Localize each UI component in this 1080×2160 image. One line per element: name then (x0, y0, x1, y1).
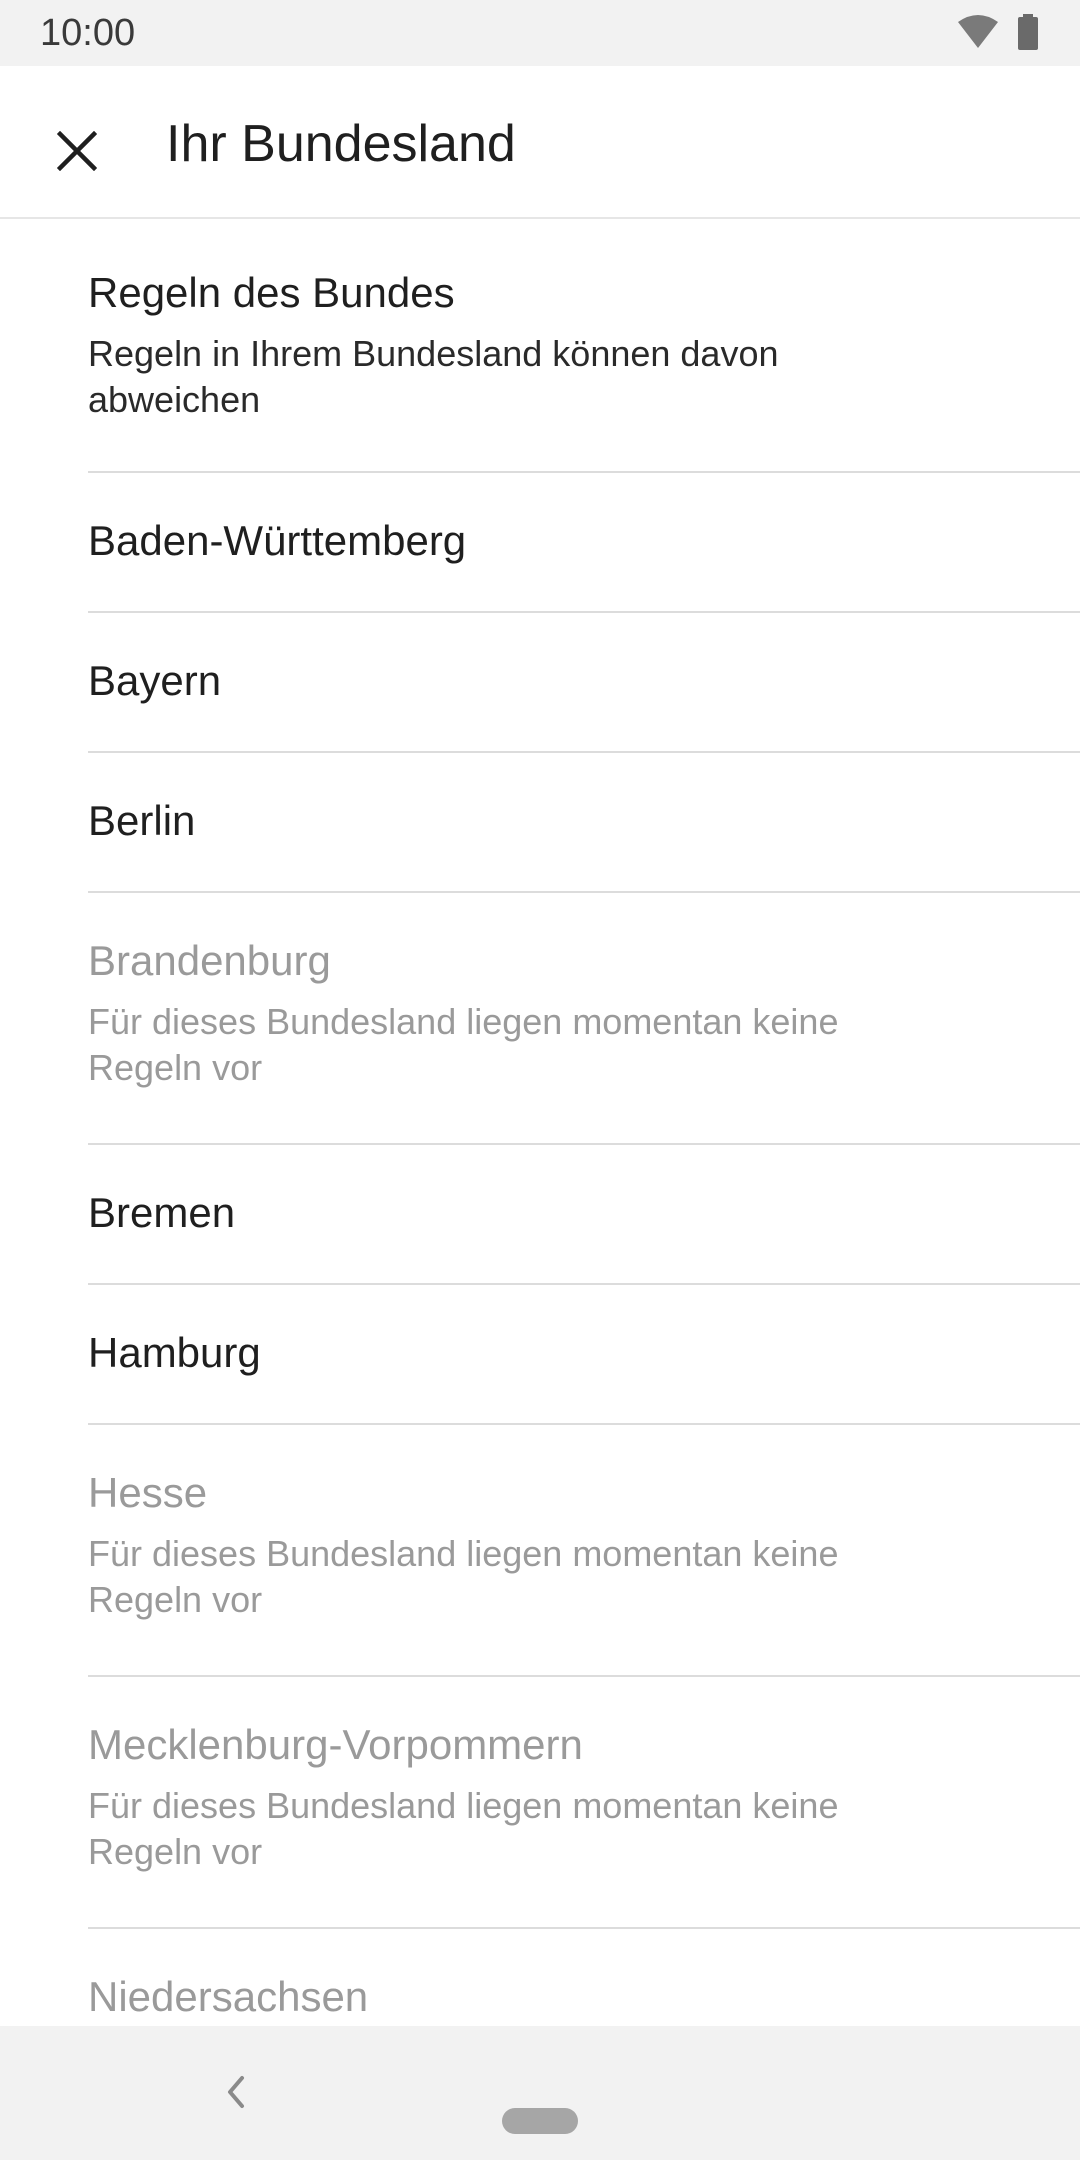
state-list[interactable]: Regeln des Bundes Regeln in Ihrem Bundes… (0, 219, 1080, 2026)
status-bar: 10:00 (0, 0, 1080, 66)
list-item-subtitle: Regeln in Ihrem Bundesland können davon … (88, 333, 779, 420)
close-icon (57, 131, 97, 171)
list-item-title: Mecklenburg-Vorpommern (88, 1721, 583, 1768)
list-item-brandenburg[interactable]: Brandenburg Für dieses Bundesland liegen… (0, 891, 1080, 1145)
list-item-title: Regeln des Bundes (88, 269, 455, 316)
list-item-title: Brandenburg (88, 937, 331, 984)
status-time: 10:00 (40, 12, 136, 54)
list-item-subtitle: Für dieses Bundesland liegen momentan ke… (88, 1785, 839, 1872)
back-icon[interactable] (216, 2068, 256, 2116)
list-item-title: Niedersachsen (88, 1973, 369, 2020)
list-item-title: Baden-Württemberg (88, 517, 467, 564)
list-item-niedersachsen[interactable]: Niedersachsen (0, 1927, 1080, 2026)
list-item-berlin[interactable]: Berlin (0, 751, 1080, 893)
list-item-title: Bayern (88, 657, 222, 704)
app-bar: Ihr Bundesland (0, 66, 1080, 219)
home-button[interactable] (502, 2108, 578, 2134)
list-item-bremen[interactable]: Bremen (0, 1143, 1080, 1285)
wifi-icon (958, 15, 998, 48)
list-item-subtitle: Für dieses Bundesland liegen momentan ke… (88, 1533, 839, 1620)
list-item-bayern[interactable]: Bayern (0, 611, 1080, 753)
system-nav-bar (0, 2026, 1080, 2160)
close-button[interactable] (40, 114, 114, 188)
list-item-hesse[interactable]: Hesse Für dieses Bundesland liegen momen… (0, 1423, 1080, 1677)
list-item-subtitle: Für dieses Bundesland liegen momentan ke… (88, 1001, 839, 1088)
list-item-hamburg[interactable]: Hamburg (0, 1283, 1080, 1425)
list-item-federal-rules[interactable]: Regeln des Bundes Regeln in Ihrem Bundes… (0, 219, 1080, 473)
battery-icon (1018, 14, 1038, 50)
page-title: Ihr Bundesland (166, 115, 516, 173)
list-item-baden-wuerttemberg[interactable]: Baden-Württemberg (0, 471, 1080, 613)
list-item-title: Berlin (88, 797, 196, 844)
list-item-title: Bremen (88, 1189, 236, 1236)
list-item-title: Hamburg (88, 1329, 261, 1376)
list-item-mecklenburg-vorpommern[interactable]: Mecklenburg-Vorpommern Für dieses Bundes… (0, 1675, 1080, 1929)
list-item-title: Hesse (88, 1469, 208, 1516)
